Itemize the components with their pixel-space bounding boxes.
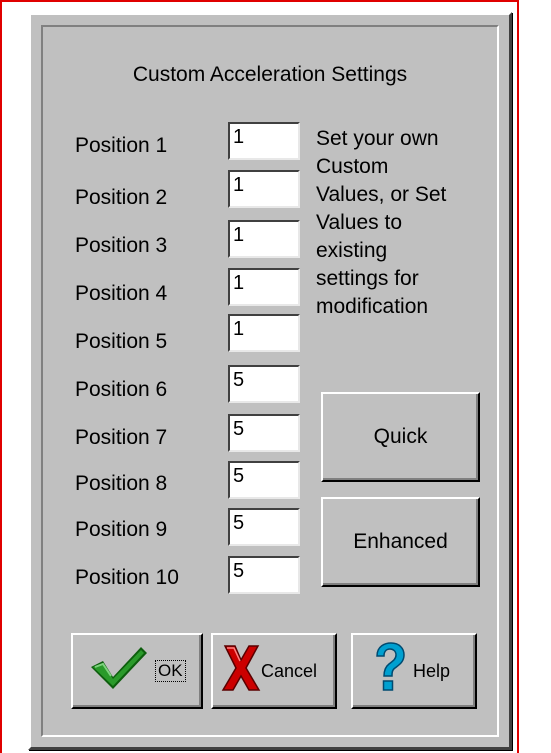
position-8-input[interactable]: 5 bbox=[228, 461, 300, 499]
position-8-label: Position 8 bbox=[75, 472, 168, 495]
cancel-button-label: Cancel bbox=[261, 660, 318, 681]
help-button-label: Help bbox=[413, 660, 451, 681]
position-10-input[interactable]: 5 bbox=[228, 556, 300, 594]
position-7-label: Position 7 bbox=[75, 426, 168, 449]
enhanced-button-label: Enhanced bbox=[353, 530, 448, 553]
position-1-input[interactable]: 1 bbox=[228, 122, 300, 160]
ok-button-label: OK bbox=[155, 660, 186, 682]
position-4-input[interactable]: 1 bbox=[228, 268, 300, 306]
position-9-input[interactable]: 5 bbox=[228, 508, 300, 546]
enhanced-button[interactable]: Enhanced bbox=[321, 497, 480, 587]
position-2-label: Position 2 bbox=[75, 186, 168, 209]
hint-text: Set your own Custom Values, or Set Value… bbox=[316, 125, 496, 321]
red-x-icon bbox=[221, 642, 261, 700]
position-6-label: Position 6 bbox=[75, 378, 168, 401]
position-6-input[interactable]: 5 bbox=[228, 365, 300, 403]
position-5-label: Position 5 bbox=[75, 330, 168, 353]
position-5-input[interactable]: 1 bbox=[228, 314, 300, 352]
cancel-button[interactable]: Cancel bbox=[211, 633, 337, 709]
position-9-label: Position 9 bbox=[75, 518, 168, 541]
position-1-label: Position 1 bbox=[75, 134, 168, 157]
dialog-title: Custom Acceleration Settings bbox=[132, 63, 408, 86]
question-mark-icon bbox=[371, 642, 407, 700]
position-3-input[interactable]: 1 bbox=[228, 220, 300, 258]
position-10-label: Position 10 bbox=[75, 566, 179, 589]
ok-button[interactable]: OK bbox=[71, 633, 203, 709]
hint-line: Set your own bbox=[316, 127, 439, 150]
position-3-label: Position 3 bbox=[75, 234, 168, 257]
hint-line: modification bbox=[316, 295, 429, 318]
hint-line: existing bbox=[316, 239, 388, 262]
position-2-input[interactable]: 1 bbox=[228, 170, 300, 208]
custom-acceleration-dialog: Custom Acceleration Settings Position 1 … bbox=[28, 12, 512, 750]
checkmark-icon bbox=[87, 643, 151, 699]
quick-button[interactable]: Quick bbox=[321, 392, 480, 482]
hint-line: Values to bbox=[316, 211, 402, 234]
position-7-input[interactable]: 5 bbox=[228, 414, 300, 452]
help-button[interactable]: Help bbox=[351, 633, 477, 709]
hint-line: Values, or Set bbox=[316, 183, 447, 206]
hint-line: Custom bbox=[316, 155, 389, 178]
quick-button-label: Quick bbox=[373, 425, 428, 448]
position-4-label: Position 4 bbox=[75, 282, 168, 305]
hint-line: settings for bbox=[316, 267, 419, 290]
